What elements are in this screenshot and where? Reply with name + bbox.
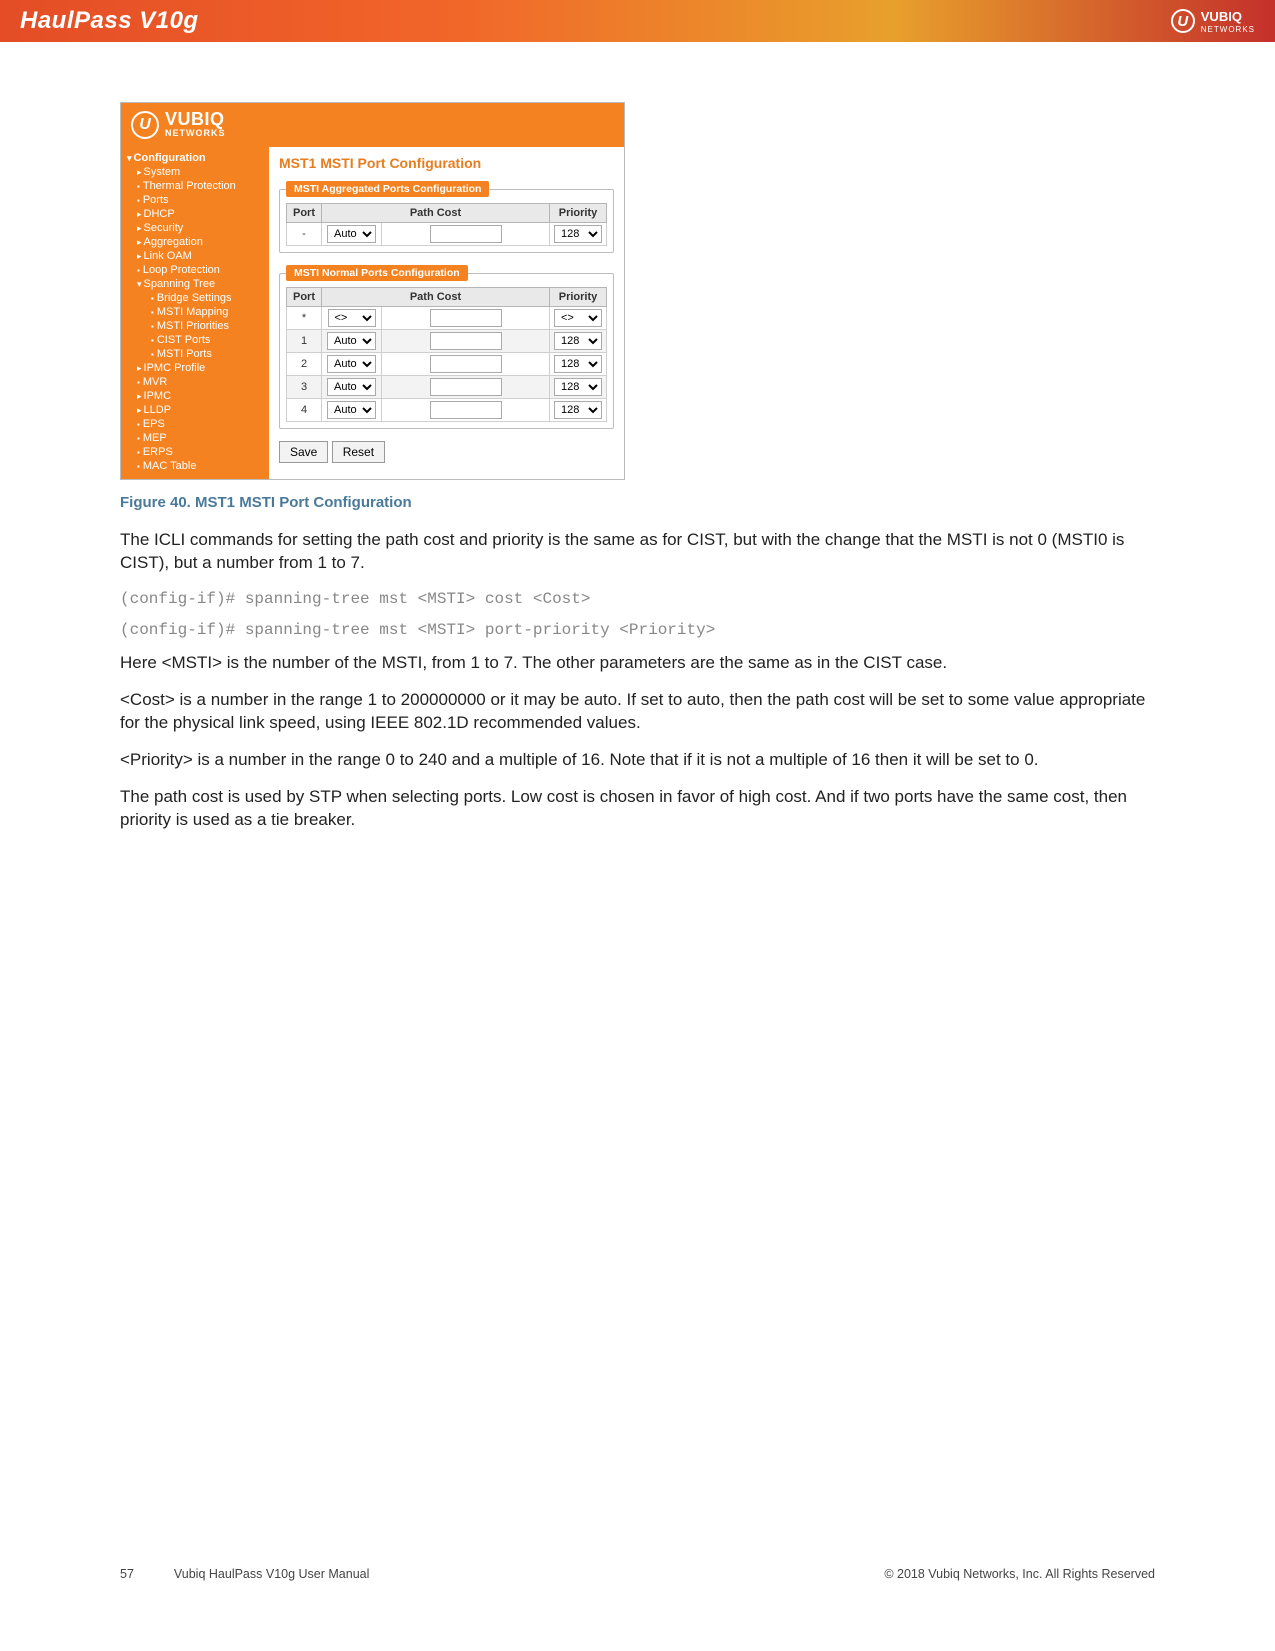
nav-item[interactable]: IPMC <box>121 389 269 403</box>
table-row: * <> <> <box>287 307 607 330</box>
save-button[interactable]: Save <box>279 441 328 463</box>
reset-button[interactable]: Reset <box>332 441 385 463</box>
priority-select[interactable]: 128 <box>554 332 602 350</box>
nav-item[interactable]: Ports <box>121 193 269 207</box>
product-title: HaulPass V10g <box>20 7 199 35</box>
aggregated-legend: MSTI Aggregated Ports Configuration <box>286 181 489 197</box>
table-row: 4 Auto 128 <box>287 399 607 422</box>
priority-select[interactable]: <> <box>554 309 602 327</box>
pathcost-input[interactable] <box>430 401 502 419</box>
page-content: U VUBIQ NETWORKS Configuration SystemThe… <box>0 42 1275 832</box>
nav-item[interactable]: MSTI Priorities <box>121 319 269 333</box>
config-pane: MST1 MSTI Port Configuration MSTI Aggreg… <box>269 147 624 479</box>
nav-item[interactable]: LLDP <box>121 403 269 417</box>
priority-select[interactable]: 128 <box>554 355 602 373</box>
col-priority: Priority <box>550 204 607 223</box>
nav-item[interactable]: IPMC Profile <box>121 361 269 375</box>
nav-item[interactable]: Aggregation <box>121 235 269 249</box>
nav-item[interactable]: MSTI Ports <box>121 347 269 361</box>
aggregated-table: Port Path Cost Priority -Auto 128 <box>286 203 607 246</box>
port-cell: 3 <box>287 376 322 399</box>
paragraph: The path cost is used by STP when select… <box>120 786 1155 832</box>
config-ui-screenshot: U VUBIQ NETWORKS Configuration SystemThe… <box>120 102 625 480</box>
nav-sidebar: Configuration SystemThermal ProtectionPo… <box>121 147 269 479</box>
nav-item[interactable]: Thermal Protection <box>121 179 269 193</box>
page-footer: 57 Vubiq HaulPass V10g User Manual © 201… <box>120 1567 1155 1581</box>
priority-select[interactable]: 128 <box>554 225 602 243</box>
app-brand: VUBIQ <box>165 109 225 129</box>
paragraph: The ICLI commands for setting the path c… <box>120 529 1155 575</box>
table-row: -Auto 128 <box>287 223 607 246</box>
table-row: 2 Auto 128 <box>287 353 607 376</box>
port-cell: 2 <box>287 353 322 376</box>
priority-select[interactable]: 128 <box>554 401 602 419</box>
nav-item[interactable]: System <box>121 165 269 179</box>
pathcost-select[interactable]: <> <box>328 309 376 327</box>
col-priority: Priority <box>550 288 607 307</box>
nav-item[interactable]: Link OAM <box>121 249 269 263</box>
paragraph: <Priority> is a number in the range 0 to… <box>120 749 1155 772</box>
app-header: U VUBIQ NETWORKS <box>121 103 624 147</box>
paragraph: <Cost> is a number in the range 1 to 200… <box>120 689 1155 735</box>
nav-item[interactable]: CIST Ports <box>121 333 269 347</box>
manual-title: Vubiq HaulPass V10g User Manual <box>174 1567 369 1581</box>
col-pathcost: Path Cost <box>322 204 550 223</box>
page-header-bar: HaulPass V10g U VUBIQ NETWORKS <box>0 0 1275 42</box>
nav-item[interactable]: Loop Protection <box>121 263 269 277</box>
pathcost-input[interactable] <box>430 355 502 373</box>
port-cell: * <box>287 307 322 330</box>
port-cell: 1 <box>287 330 322 353</box>
port-cell: - <box>287 223 322 246</box>
pathcost-select[interactable]: Auto <box>327 401 376 419</box>
pathcost-input[interactable] <box>430 309 502 327</box>
app-logo-icon: U <box>131 111 159 139</box>
pathcost-input[interactable] <box>430 378 502 396</box>
nav-heading[interactable]: Configuration <box>121 151 269 165</box>
brand-logo: U VUBIQ NETWORKS <box>1171 8 1255 34</box>
col-pathcost: Path Cost <box>322 288 550 307</box>
pane-title: MST1 MSTI Port Configuration <box>279 155 614 171</box>
nav-item[interactable]: EPS <box>121 417 269 431</box>
app-brand-sub: NETWORKS <box>165 128 226 138</box>
paragraph: Here <MSTI> is the number of the MSTI, f… <box>120 652 1155 675</box>
code-line: (config-if)# spanning-tree mst <MSTI> co… <box>120 589 1155 611</box>
pathcost-input[interactable] <box>430 332 502 350</box>
nav-item[interactable]: MEP <box>121 431 269 445</box>
pathcost-select[interactable]: Auto <box>327 378 376 396</box>
col-port: Port <box>287 288 322 307</box>
nav-item[interactable]: Spanning Tree <box>121 277 269 291</box>
figure-caption: Figure 40. MST1 MSTI Port Configuration <box>120 494 1155 511</box>
nav-item[interactable]: Security <box>121 221 269 235</box>
page-number: 57 <box>120 1567 134 1581</box>
normal-ports-group: MSTI Normal Ports Configuration Port Pat… <box>279 265 614 429</box>
pathcost-select[interactable]: Auto <box>327 225 376 243</box>
brand-mark-icon: U <box>1171 9 1195 33</box>
nav-item[interactable]: Bridge Settings <box>121 291 269 305</box>
nav-item[interactable]: MAC Table <box>121 459 269 473</box>
brand-subtext: NETWORKS <box>1201 25 1255 34</box>
priority-select[interactable]: 128 <box>554 378 602 396</box>
table-row: 3 Auto 128 <box>287 376 607 399</box>
code-line: (config-if)# spanning-tree mst <MSTI> po… <box>120 620 1155 642</box>
aggregated-ports-group: MSTI Aggregated Ports Configuration Port… <box>279 181 614 253</box>
normal-legend: MSTI Normal Ports Configuration <box>286 265 468 281</box>
brand-text: VUBIQ <box>1201 9 1242 24</box>
nav-item[interactable]: ERPS <box>121 445 269 459</box>
nav-item[interactable]: MVR <box>121 375 269 389</box>
pathcost-select[interactable]: Auto <box>327 332 376 350</box>
pathcost-select[interactable]: Auto <box>327 355 376 373</box>
normal-table: Port Path Cost Priority * <> <> 1 Auto 128 2 Au… <box>286 287 607 422</box>
col-port: Port <box>287 204 322 223</box>
table-row: 1 Auto 128 <box>287 330 607 353</box>
nav-item[interactable]: DHCP <box>121 207 269 221</box>
copyright: © 2018 Vubiq Networks, Inc. All Rights R… <box>884 1567 1155 1581</box>
pathcost-input[interactable] <box>430 225 502 243</box>
port-cell: 4 <box>287 399 322 422</box>
nav-item[interactable]: MSTI Mapping <box>121 305 269 319</box>
